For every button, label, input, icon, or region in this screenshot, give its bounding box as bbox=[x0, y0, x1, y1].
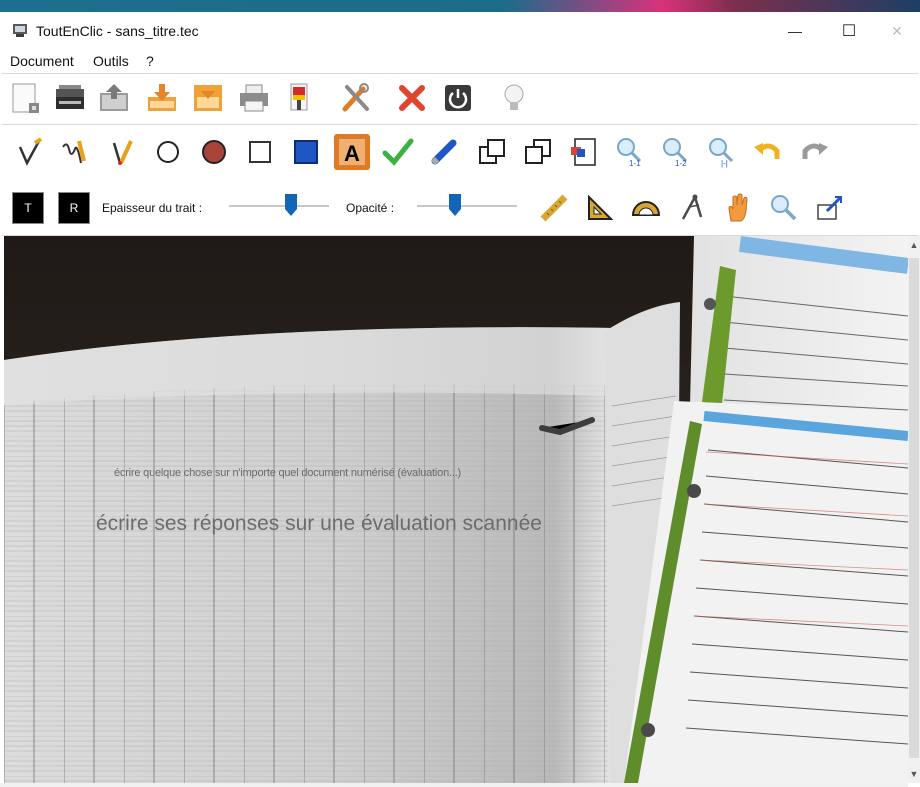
lightbulb-icon[interactable] bbox=[496, 80, 532, 116]
opacity-slider-track[interactable] bbox=[417, 205, 517, 207]
document-canvas[interactable] bbox=[4, 236, 908, 783]
scroll-down-icon[interactable]: ▼ bbox=[908, 767, 920, 781]
square-filled-icon[interactable] bbox=[288, 134, 324, 170]
zoom-1-1-icon[interactable]: 1-1 bbox=[612, 134, 648, 170]
undo-icon[interactable] bbox=[750, 134, 786, 170]
circle-outline-icon[interactable] bbox=[150, 134, 186, 170]
set-square-icon[interactable] bbox=[582, 190, 618, 226]
hand-icon[interactable] bbox=[720, 190, 756, 226]
ruler-icon[interactable] bbox=[536, 190, 572, 226]
print-icon[interactable] bbox=[236, 80, 272, 116]
close-button[interactable]: ✕ bbox=[874, 12, 920, 50]
minimize-button[interactable]: — bbox=[772, 12, 818, 50]
scroll-up-icon[interactable]: ▲ bbox=[908, 238, 920, 252]
open-folder-icon[interactable] bbox=[96, 80, 132, 116]
eraser-icon[interactable] bbox=[426, 134, 462, 170]
tools-icon[interactable] bbox=[338, 80, 374, 116]
new-document-icon[interactable] bbox=[8, 80, 44, 116]
window-accent-strip bbox=[0, 0, 920, 12]
opacity-slider-thumb[interactable] bbox=[449, 194, 461, 216]
scroll-thumb[interactable] bbox=[909, 258, 919, 758]
menu-bar: Document Outils ? bbox=[0, 50, 920, 72]
menu-help[interactable]: ? bbox=[146, 53, 154, 69]
circle-filled-icon[interactable] bbox=[196, 134, 232, 170]
power-icon[interactable] bbox=[440, 80, 476, 116]
title-bar: ToutEnClic - sans_titre.tec — ☐ ✕ bbox=[0, 12, 920, 50]
scanned-photo bbox=[4, 236, 908, 783]
zoom-fit-icon[interactable]: |-| bbox=[704, 134, 740, 170]
opacity-label: Opacité : bbox=[346, 201, 395, 215]
t-button[interactable]: T bbox=[12, 192, 44, 224]
menu-outils[interactable]: Outils bbox=[93, 53, 129, 69]
insert-image-icon[interactable] bbox=[566, 134, 602, 170]
vertical-scrollbar[interactable]: ▲ ▼ bbox=[908, 236, 920, 783]
bring-front-icon[interactable] bbox=[474, 134, 510, 170]
r-button[interactable]: R bbox=[58, 192, 90, 224]
separator bbox=[2, 124, 918, 125]
window-title: ToutEnClic - sans_titre.tec bbox=[36, 23, 199, 39]
svg-text:A: A bbox=[344, 141, 360, 166]
svg-text:|-|: |-| bbox=[721, 159, 728, 168]
separator bbox=[2, 73, 918, 74]
overlay-text-small: écrire quelque chose sur n'importe quel … bbox=[114, 467, 462, 479]
save-icon[interactable] bbox=[190, 80, 226, 116]
download-icon[interactable] bbox=[144, 80, 180, 116]
overlay-text-big: écrire ses réponses sur une évaluation s… bbox=[96, 512, 542, 535]
zoom-1-2-icon[interactable]: 1-2 bbox=[658, 134, 694, 170]
paint-bucket-icon[interactable] bbox=[282, 80, 318, 116]
capture-icon[interactable] bbox=[812, 190, 848, 226]
thickness-slider-track[interactable] bbox=[229, 205, 329, 207]
magnifier-icon[interactable] bbox=[766, 190, 802, 226]
scanner-icon[interactable] bbox=[52, 80, 88, 116]
menu-document[interactable]: Document bbox=[10, 53, 74, 69]
square-outline-icon[interactable] bbox=[242, 134, 278, 170]
thickness-label: Epaisseur du trait : bbox=[102, 201, 203, 215]
protractor-icon[interactable] bbox=[628, 190, 664, 226]
svg-text:1-1: 1-1 bbox=[629, 159, 641, 168]
app-icon bbox=[13, 24, 27, 37]
compass-icon[interactable] bbox=[674, 190, 710, 226]
delete-icon[interactable] bbox=[394, 80, 430, 116]
freehand-pen-icon[interactable] bbox=[56, 134, 92, 170]
horizontal-scrollbar[interactable] bbox=[0, 783, 908, 787]
text-tool-icon[interactable]: A bbox=[334, 134, 370, 170]
send-back-icon[interactable] bbox=[520, 134, 556, 170]
redo-icon[interactable] bbox=[796, 134, 832, 170]
checkmark-icon[interactable] bbox=[380, 134, 416, 170]
thickness-slider-thumb[interactable] bbox=[285, 194, 297, 216]
pencil-check-icon[interactable] bbox=[12, 134, 48, 170]
maximize-button[interactable]: ☐ bbox=[826, 12, 872, 50]
pointer-pen-icon[interactable] bbox=[104, 134, 140, 170]
svg-text:1-2: 1-2 bbox=[675, 159, 687, 168]
